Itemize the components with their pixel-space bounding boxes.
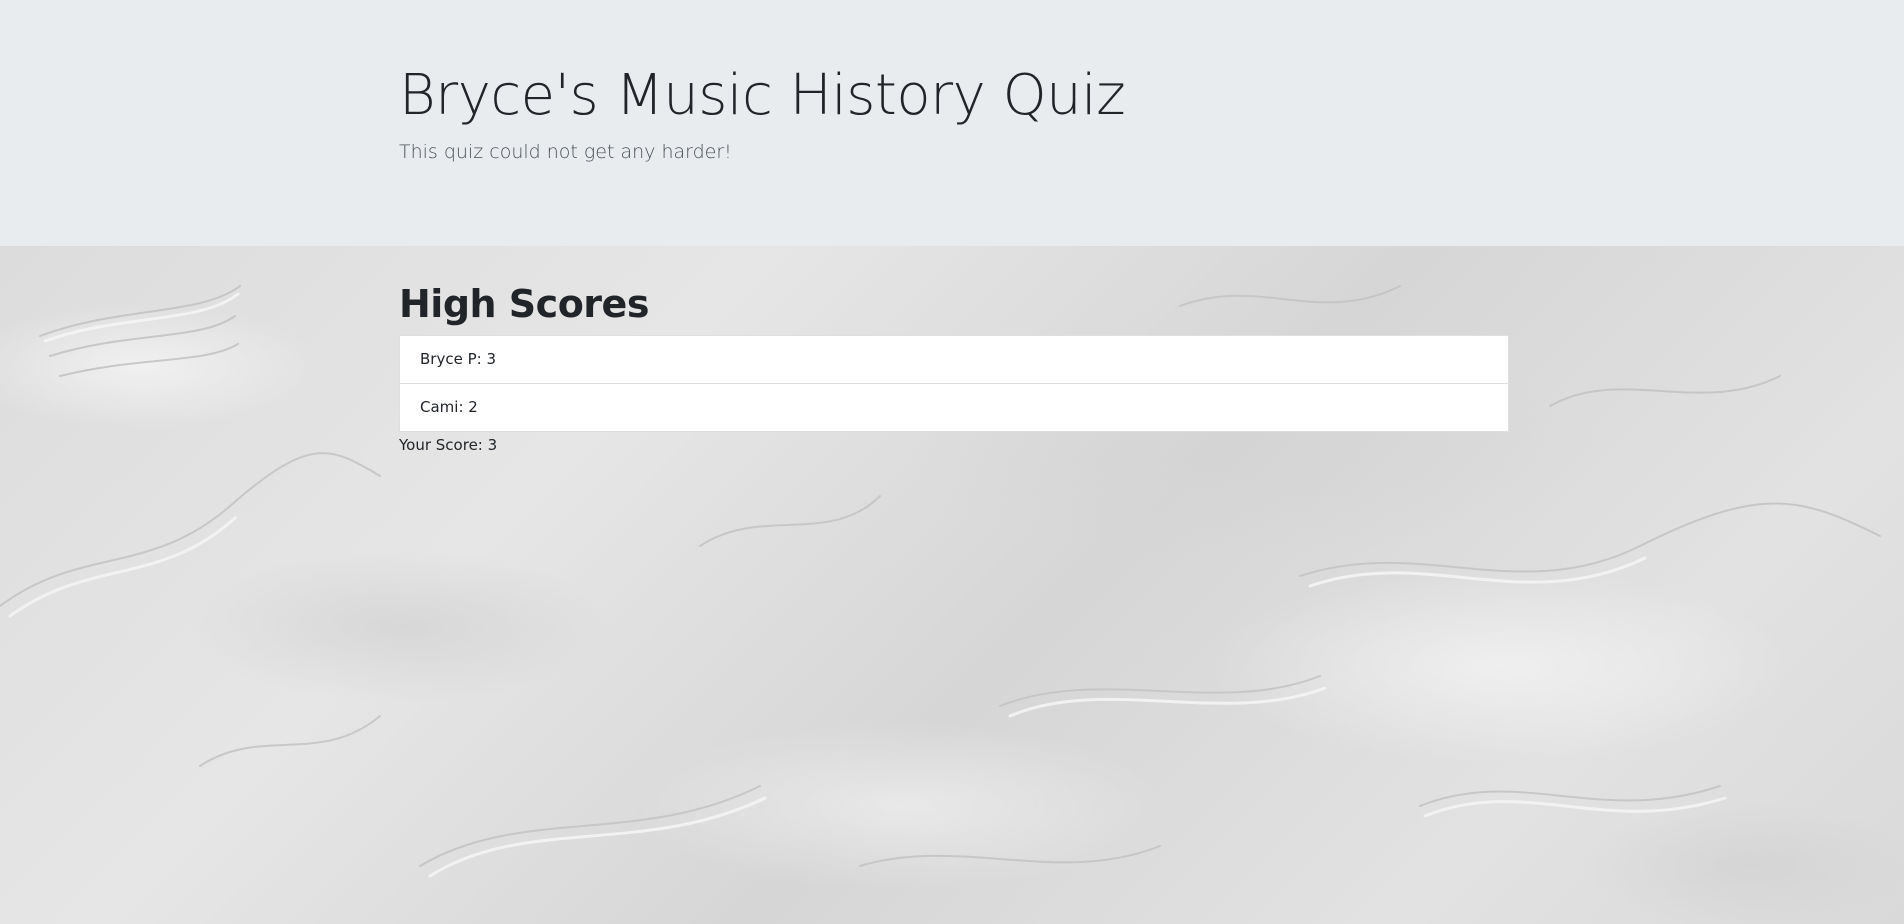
high-scores-heading: High Scores: [399, 282, 649, 326]
list-item: Bryce P: 3: [399, 335, 1509, 384]
main-container: High Scores Bryce P: 3 Cami: 2 Your Scor…: [399, 0, 1509, 924]
your-score-text: Your Score: 3: [399, 436, 498, 454]
list-item: Cami: 2: [399, 384, 1509, 432]
high-scores-list: Bryce P: 3 Cami: 2: [399, 335, 1509, 432]
